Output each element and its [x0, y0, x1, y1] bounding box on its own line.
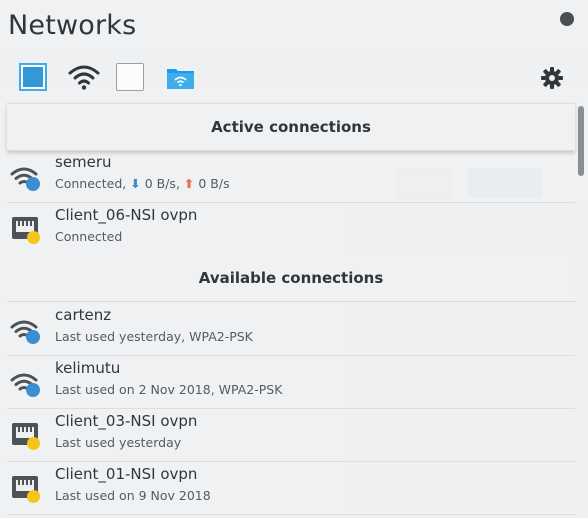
active-connections-header: Active connections	[7, 103, 575, 151]
download-speed: 0 B/s,	[140, 176, 184, 191]
status-prefix: Connected,	[55, 176, 131, 191]
wifi-signal-icon	[10, 320, 40, 344]
connection-item-client-01[interactable]: Client_01-NSI ovpn Last used on 9 Nov 20…	[7, 462, 575, 515]
wifi-signal-icon	[10, 373, 40, 397]
connection-status: Last used yesterday	[55, 435, 182, 450]
wired-toggle-icon	[23, 67, 43, 87]
gear-icon	[541, 67, 563, 89]
connection-status: Last used on 9 Nov 2018	[55, 488, 211, 503]
connection-item-kelimutu[interactable]: kelimutu Last used on 2 Nov 2018, WPA2-P…	[7, 356, 575, 409]
upload-speed: 0 B/s	[194, 176, 230, 191]
wifi-signal-icon	[10, 167, 40, 191]
connections-list: Active connections semeru Connected, ⬇ 0…	[0, 100, 578, 518]
connection-name: Client_01-NSI ovpn	[55, 465, 198, 483]
connection-name: Client_06-NSI ovpn	[55, 206, 198, 224]
connection-status: Last used on 2 Nov 2018, WPA2-PSK	[55, 382, 283, 397]
connection-status: Connected	[55, 229, 123, 244]
vpn-wired-icon	[12, 217, 40, 244]
network-toggles-toolbar	[0, 60, 588, 96]
connection-item-cartenz[interactable]: cartenz Last used yesterday, WPA2-PSK	[7, 303, 575, 356]
connection-name: semeru	[55, 153, 112, 171]
connection-item-semeru[interactable]: semeru Connected, ⬇ 0 B/s, ⬆ 0 B/s	[7, 150, 575, 203]
list-scrollbar[interactable]	[578, 106, 584, 176]
wired-toggle-button[interactable]	[19, 63, 47, 91]
popup-title: Networks	[8, 10, 137, 41]
networks-popup: Networks Active connections semeru Conne…	[0, 0, 588, 518]
connection-name: kelimutu	[55, 359, 121, 377]
connection-item-client-03[interactable]: Client_03-NSI ovpn Last used yesterday	[7, 409, 575, 462]
download-arrow-icon: ⬇	[130, 176, 141, 191]
connection-status: Last used yesterday, WPA2-PSK	[55, 329, 253, 344]
pin-icon[interactable]	[560, 12, 574, 26]
available-connections-header: Available connections	[7, 255, 575, 302]
hotspot-folder-icon	[167, 69, 194, 89]
connection-item-client-06[interactable]: Client_06-NSI ovpn Connected	[7, 203, 575, 256]
wifi-toggle-button[interactable]	[68, 63, 100, 91]
vpn-wired-icon	[12, 423, 40, 450]
wifi-icon	[68, 65, 100, 90]
mobile-broadband-toggle-button[interactable]	[116, 63, 144, 91]
upload-arrow-icon: ⬆	[183, 176, 195, 191]
hotspot-button[interactable]	[166, 63, 194, 91]
connection-name: cartenz	[55, 306, 112, 324]
connection-name: Client_03-NSI ovpn	[55, 412, 198, 430]
vpn-wired-icon	[12, 476, 40, 503]
connection-status: Connected, ⬇ 0 B/s, ⬆ 0 B/s	[55, 176, 230, 191]
settings-button[interactable]	[540, 66, 564, 90]
